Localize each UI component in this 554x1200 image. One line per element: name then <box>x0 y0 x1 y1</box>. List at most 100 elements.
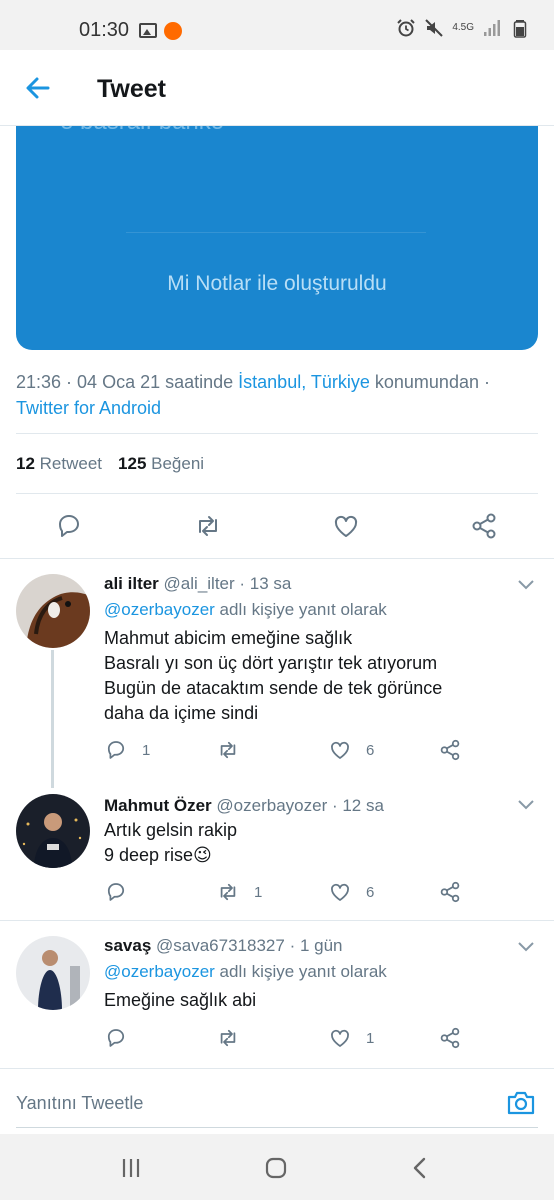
retweet-icon[interactable] <box>216 880 240 904</box>
recent-apps-icon[interactable] <box>119 1156 143 1180</box>
chevron-down-icon[interactable] <box>516 798 536 812</box>
reply-text: Artık gelsin rakip 9 deep rise😉 <box>104 818 237 868</box>
tweet-timestamp: 21:36 · 04 Oca 21 saatinde <box>16 372 239 392</box>
back-arrow-icon[interactable] <box>22 72 54 104</box>
avatar[interactable] <box>16 574 90 648</box>
retweet-label: Retweet <box>39 454 103 473</box>
tweet-location-suffix: konumundan · <box>369 372 490 392</box>
reply-to-suffix: adlı kişiye yanıt olarak <box>214 600 387 619</box>
status-bar: 01:30 4.5G <box>0 0 554 50</box>
battery-icon <box>513 20 527 38</box>
like-count: 1 <box>366 1029 375 1047</box>
reply-actions: 1 6 <box>104 738 534 764</box>
divider <box>16 433 538 434</box>
reply-icon[interactable] <box>104 880 128 904</box>
like-label: Beğeni <box>151 454 205 473</box>
reply-text-line: daha da içime sindi <box>104 703 259 723</box>
chevron-down-icon[interactable] <box>516 940 536 954</box>
reply-to-suffix: adlı kişiye yanıt olarak <box>214 962 387 981</box>
reply-author-handle[interactable]: @ozerbayozer <box>216 796 327 815</box>
app-header: Tweet <box>0 50 554 126</box>
retweet-icon[interactable] <box>216 738 240 762</box>
divider <box>16 493 538 494</box>
gallery-notification-icon <box>139 23 157 38</box>
reply-tweet[interactable]: savaş @sava67318327 · 1 gün @ozerbayozer… <box>0 932 554 1062</box>
media-caption: Mi Notlar ile oluşturuldu <box>167 272 387 295</box>
like-heart-icon[interactable] <box>328 738 352 762</box>
reply-author-handle[interactable]: @sava67318327 <box>156 936 285 955</box>
page-title: Tweet <box>97 75 166 103</box>
alarm-icon <box>397 19 416 37</box>
network-type: 4.5G <box>452 22 474 33</box>
reply-input[interactable]: Yanıtını Tweetle <box>16 1093 143 1114</box>
tweet-meta: 21:36 · 04 Oca 21 saatinde İstanbul, Tür… <box>16 369 536 421</box>
reply-icon[interactable] <box>104 738 128 762</box>
like-count: 6 <box>366 741 375 759</box>
retweet-count: 1 <box>254 883 263 901</box>
reply-tweet[interactable]: Mahmut Özer @ozerbayozer · 12 sa Artık g… <box>0 792 554 920</box>
media-top-text: e basralı banko <box>60 126 224 136</box>
reply-text-line: Mahmut abicim emeğine sağlık <box>104 628 353 648</box>
thread-connector-line <box>51 650 54 788</box>
like-heart-icon[interactable] <box>328 880 352 904</box>
back-nav-icon[interactable] <box>408 1156 432 1180</box>
share-icon[interactable] <box>438 880 462 904</box>
tweet-source-link[interactable]: Twitter for Android <box>16 398 161 418</box>
reply-header: Mahmut Özer @ozerbayozer · 12 sa <box>104 796 384 816</box>
like-count: 125 <box>118 454 147 473</box>
reply-time: · 1 gün <box>289 936 343 955</box>
person-avatar-image <box>16 936 90 1010</box>
media-divider-line <box>126 232 426 233</box>
share-icon[interactable] <box>438 1026 462 1050</box>
reply-text: Mahmut abicim emeğine sağlık Basralı yı … <box>104 626 442 726</box>
reply-author-handle[interactable]: @ali_ilter <box>164 574 235 593</box>
reply-count: 1 <box>142 741 151 759</box>
reply-author-name[interactable]: savaş <box>104 936 151 955</box>
tweet-media-image[interactable]: e basralı banko Mi Notlar ile oluşturuld… <box>16 126 538 350</box>
camera-icon[interactable] <box>506 1089 536 1117</box>
reply-icon[interactable] <box>104 1026 128 1050</box>
share-icon[interactable] <box>469 511 499 541</box>
like-stat[interactable]: 125 Beğeni <box>118 454 204 474</box>
reply-author-name[interactable]: ali ilter <box>104 574 159 593</box>
reply-text-line: Artık gelsin rakip <box>104 820 238 840</box>
reply-to-link[interactable]: @ozerbayozer <box>104 600 215 619</box>
reply-to-link[interactable]: @ozerbayozer <box>104 962 215 981</box>
share-icon[interactable] <box>438 738 462 762</box>
chevron-down-icon[interactable] <box>516 578 536 592</box>
reply-time: · 13 sa <box>239 574 292 593</box>
home-icon[interactable] <box>264 1156 288 1180</box>
reply-actions: 1 6 <box>104 880 534 906</box>
retweet-stat[interactable]: 12 Retweet <box>16 454 102 474</box>
status-icons: 4.5G <box>396 18 530 38</box>
tweet-location-link[interactable]: İstanbul, Türkiye <box>238 372 370 392</box>
like-heart-icon[interactable] <box>331 511 361 541</box>
like-heart-icon[interactable] <box>328 1026 352 1050</box>
retweet-icon[interactable] <box>193 511 223 541</box>
reply-composer: Yanıtını Tweetle <box>0 1068 554 1134</box>
reply-actions: 1 <box>104 1026 534 1052</box>
avatar[interactable] <box>16 936 90 1010</box>
reply-author-name[interactable]: Mahmut Özer <box>104 796 212 815</box>
mute-icon <box>425 19 444 37</box>
tweet-action-bar <box>0 511 554 543</box>
horse-avatar-image <box>16 574 90 648</box>
retweet-count: 12 <box>16 454 35 473</box>
avatar[interactable] <box>16 794 90 868</box>
retweet-icon[interactable] <box>216 1026 240 1050</box>
reply-time: · 12 sa <box>331 796 384 815</box>
mi-notification-icon <box>164 22 182 40</box>
signal-icon <box>484 20 500 36</box>
reply-context: @ozerbayozer adlı kişiye yanıt olarak <box>104 600 387 620</box>
reply-header: savaş @sava67318327 · 1 gün <box>104 936 343 956</box>
status-time: 01:30 <box>79 19 130 41</box>
reply-header: ali ilter @ali_ilter · 13 sa <box>104 574 291 594</box>
composer-underline <box>16 1127 538 1128</box>
tweet-stats: 12 Retweet 125 Beğeni <box>16 454 204 474</box>
reply-tweet[interactable]: ali ilter @ali_ilter · 13 sa @ozerbayoze… <box>0 570 554 782</box>
reply-text-line: Bugün de atacaktım sende de tek görünce <box>104 678 443 698</box>
reply-context: @ozerbayozer adlı kişiye yanıt olarak <box>104 962 387 982</box>
reply-icon[interactable] <box>54 511 84 541</box>
like-count: 6 <box>366 883 375 901</box>
person-avatar-image <box>16 794 90 868</box>
